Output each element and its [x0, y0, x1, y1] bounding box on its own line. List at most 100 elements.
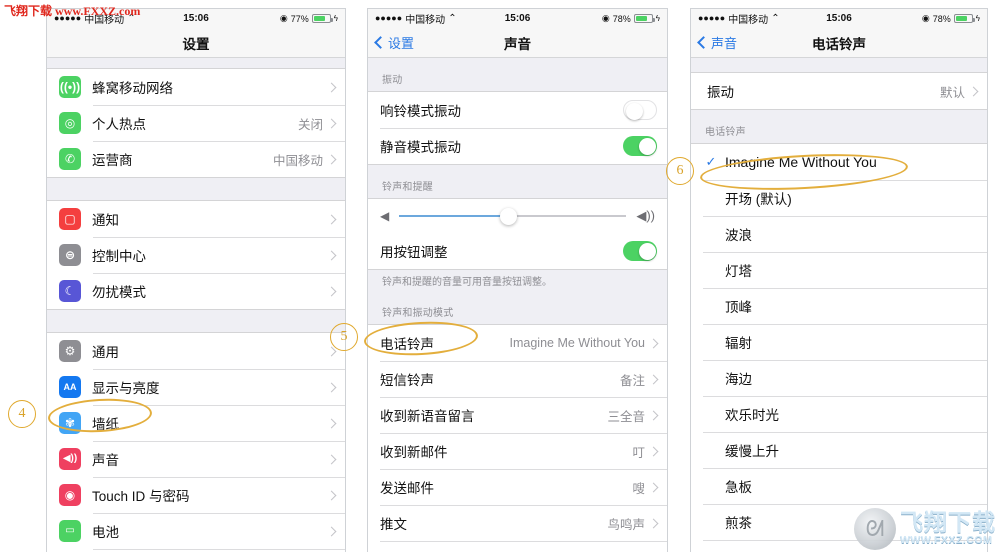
phone-icon: ✆ — [59, 148, 81, 170]
chevron-right-icon — [326, 286, 337, 296]
volume-slider-knob[interactable] — [499, 207, 517, 225]
change-with-buttons-toggle[interactable] — [623, 241, 657, 261]
ringtone-item[interactable]: ✓ 急板 — [691, 468, 987, 504]
settings-group-notifications: ▢ 通知 ⊜ 控制中心 ☾ 勿扰模式 — [47, 200, 345, 310]
row-label: 控制中心 — [92, 249, 146, 264]
hotspot-icon: ◎ — [59, 112, 81, 134]
control-center-icon: ⊜ — [59, 244, 81, 266]
status-bar-right: ◉ 77% ϟ — [280, 13, 338, 24]
row-label: 用按钮调整 — [380, 245, 448, 260]
ringer-volume-group: ◀ ◀)) 用按钮调整 — [368, 198, 667, 270]
chevron-right-icon — [326, 454, 337, 464]
vibration-toggles-group: 响铃模式振动 静音模式振动 — [368, 91, 667, 165]
row-label: 通用 — [92, 345, 119, 360]
settings-row-general[interactable]: ⚙ 通用 — [47, 333, 345, 369]
watermark-top-left: 飞翔下载 www.FXXZ.com — [4, 4, 141, 18]
ringtone-list: ✓ Imagine Me Without You ✓ 开场 (默认) ✓ 波浪 … — [691, 143, 987, 552]
status-bar: ●●●●● 中国移动 ⌃ 15:06 ◉ 78% ϟ — [691, 9, 987, 28]
watermark-text: 飞翔下载 WWW.FXXZ.COM — [900, 512, 996, 546]
sound-row-facebook-post[interactable]: Facebook 贴文 嗖嗖声 — [368, 541, 667, 552]
ringtone-item[interactable]: ✓ 波浪 — [691, 216, 987, 252]
back-button[interactable]: 声音 — [697, 33, 737, 52]
row-value: 备注 — [619, 373, 645, 388]
status-bar: ●●●●● 中国移动 ⌃ 15:06 ◉ 78% ϟ — [368, 9, 667, 28]
sound-row-new-mail[interactable]: 收到新邮件 叮 — [368, 433, 667, 469]
ringtone-item[interactable]: ✓ 顶峰 — [691, 288, 987, 324]
row-label: 电池 — [92, 525, 119, 540]
toggle-row-ring-vibrate[interactable]: 响铃模式振动 — [368, 92, 667, 128]
ringtone-row-vibration[interactable]: 振动 默认 — [691, 73, 987, 109]
volume-slider[interactable] — [399, 207, 627, 225]
row-label: Touch ID 与密码 — [92, 489, 190, 504]
ringtone-label: 缓慢上升 — [725, 444, 779, 459]
row-value: 嗖 — [632, 481, 645, 496]
chevron-right-icon — [326, 490, 337, 500]
row-value: 默认 — [939, 85, 965, 100]
watermark-logo-icon: ᘛ — [854, 508, 896, 550]
carrier-label: 中国移动 — [405, 15, 446, 26]
gear-icon: ⚙ — [59, 340, 81, 362]
settings-row-battery[interactable]: ▭ 电池 — [47, 513, 345, 549]
cellular-icon: ((•)) — [59, 76, 81, 98]
notifications-icon: ▢ — [59, 208, 81, 230]
ring-vibrate-toggle[interactable] — [623, 100, 657, 120]
phone-screen-sounds: ●●●●● 中国移动 ⌃ 15:06 ◉ 78% ϟ 设置 声音 振动 响铃模式… — [367, 8, 668, 552]
status-bar-right: ◉ 78% ϟ — [922, 13, 980, 24]
ringtone-label: 海边 — [725, 372, 752, 387]
settings-row-cellular[interactable]: ((•)) 蜂窝移动网络 — [47, 69, 345, 105]
chevron-left-icon — [374, 36, 387, 49]
toggle-row-silent-vibrate[interactable]: 静音模式振动 — [368, 128, 667, 164]
wifi-icon: ⌃ — [448, 13, 457, 24]
row-label: 声音 — [92, 453, 119, 468]
chevron-right-icon — [648, 482, 659, 492]
ringtone-item[interactable]: ✓ 灯塔 — [691, 252, 987, 288]
sound-row-text-tone[interactable]: 短信铃声 备注 — [368, 361, 667, 397]
sound-row-sent-mail[interactable]: 发送邮件 嗖 — [368, 469, 667, 505]
silent-vibrate-toggle[interactable] — [623, 136, 657, 156]
volume-slider-row[interactable]: ◀ ◀)) — [368, 199, 667, 233]
settings-row-notifications[interactable]: ▢ 通知 — [47, 201, 345, 237]
chevron-right-icon — [326, 154, 337, 164]
charging-bolt-icon: ϟ — [975, 14, 980, 23]
ringtone-item[interactable]: ✓ 缓慢上升 — [691, 432, 987, 468]
row-label: 蜂窝移动网络 — [92, 81, 173, 96]
sound-row-tweet[interactable]: 推文 鸟鸣声 — [368, 505, 667, 541]
charging-bolt-icon: ϟ — [655, 14, 660, 23]
annotation-number-4: 4 — [8, 400, 36, 428]
settings-row-hotspot[interactable]: ◎ 个人热点 关闭 — [47, 105, 345, 141]
ringtone-label: 波浪 — [725, 228, 752, 243]
section-header-vibration: 振动 — [382, 75, 403, 86]
ringtone-label: 急板 — [725, 480, 752, 495]
ringtone-item[interactable]: ✓ 辐射 — [691, 324, 987, 360]
speaker-low-icon: ◀ — [380, 209, 390, 223]
toggle-row-change-with-buttons[interactable]: 用按钮调整 — [368, 233, 667, 269]
back-button[interactable]: 设置 — [374, 33, 414, 52]
chevron-right-icon — [648, 410, 659, 420]
chevron-right-icon — [648, 446, 659, 456]
screenshot-stage: ●●●●● 中国移动 ⌃ 15:06 ◉ 77% ϟ 设置 ((•)) 蜂窝移动… — [0, 0, 998, 552]
chevron-right-icon — [648, 374, 659, 384]
settings-row-do-not-disturb[interactable]: ☾ 勿扰模式 — [47, 273, 345, 309]
sound-row-new-voicemail[interactable]: 收到新语音留言 三全音 — [368, 397, 667, 433]
settings-row-carrier[interactable]: ✆ 运营商 中国移动 — [47, 141, 345, 177]
chevron-right-icon — [326, 118, 337, 128]
alarm-icon: ◉ — [279, 13, 288, 23]
ringtone-label: 欢乐时光 — [725, 408, 779, 423]
settings-row-sounds[interactable]: ◀)) 声音 — [47, 441, 345, 477]
ringtone-item[interactable]: ✓ 欢乐时光 — [691, 396, 987, 432]
settings-row-touch-id[interactable]: ◉ Touch ID 与密码 — [47, 477, 345, 513]
speaker-high-icon: ◀)) — [636, 208, 655, 223]
battery-percent: 78% — [932, 13, 951, 24]
sounds-body: 振动 响铃模式振动 静音模式振动 铃声和提醒 ◀ ◀)) 用按钮调整 铃声和提醒… — [368, 58, 667, 552]
sound-icon: ◀)) — [59, 448, 81, 470]
wifi-icon: ⌃ — [771, 13, 780, 24]
ringtone-item[interactable]: ✓ 海边 — [691, 360, 987, 396]
volume-footnote: 铃声和提醒的音量可用音量按钮调整。 — [382, 277, 552, 288]
settings-row-control-center[interactable]: ⊜ 控制中心 — [47, 237, 345, 273]
battery-percent: 78% — [612, 13, 631, 24]
chevron-right-icon — [326, 214, 337, 224]
section-header-sounds-vibration-patterns: 铃声和振动模式 — [382, 308, 454, 319]
